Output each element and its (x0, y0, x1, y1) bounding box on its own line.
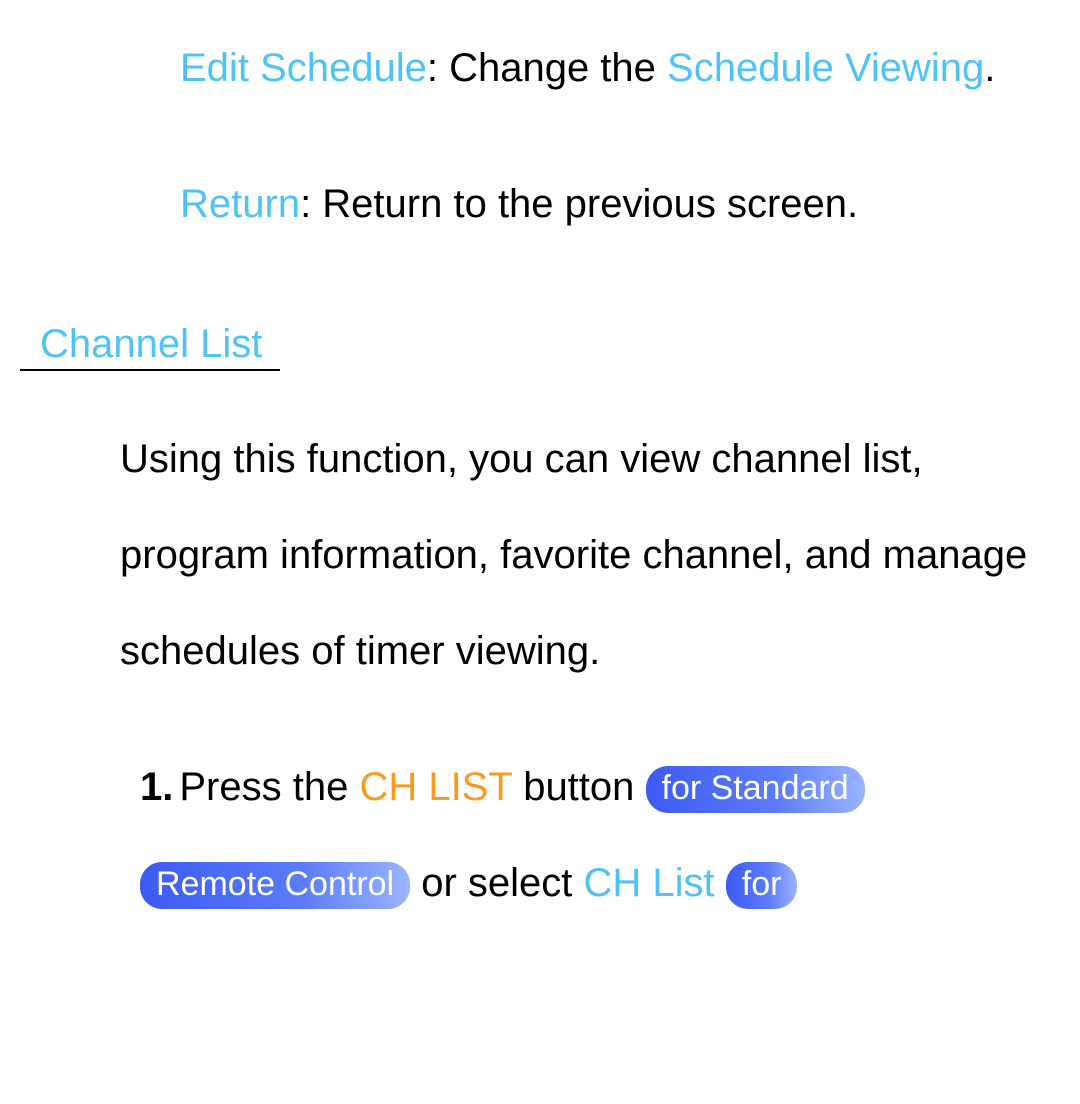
edit-schedule-label: Edit Schedule (180, 46, 427, 90)
text-sep: : (427, 46, 449, 90)
space (715, 861, 726, 905)
return-description: Return: Return to the previous screen. (180, 156, 1040, 252)
ch-list-button-label: CH LIST (359, 765, 512, 809)
return-text: Return to the previous screen. (322, 182, 858, 226)
text-sep: : (300, 182, 322, 226)
return-label: Return (180, 182, 300, 226)
step-text-2: button (512, 765, 645, 809)
for-pill: for (726, 862, 798, 909)
channel-list-description: Using this function, you can view channe… (120, 411, 1040, 699)
step-number: 1. (140, 765, 173, 809)
schedule-viewing-label: Schedule Viewing (667, 46, 984, 90)
step-text-3: or select (410, 861, 583, 905)
text-before: Change the (449, 46, 667, 90)
remote-control-pill: Remote Control (140, 862, 410, 909)
channel-list-heading: Channel List (20, 322, 280, 371)
edit-schedule-description: Edit Schedule: Change the Schedule Viewi… (180, 20, 1040, 116)
step-1: 1.Press the CH LIST button for Standard … (140, 739, 1040, 931)
for-standard-pill: for Standard (646, 766, 865, 813)
text-period: . (984, 46, 995, 90)
ch-list-link: CH List (584, 861, 715, 905)
step-text-1: Press the (179, 765, 359, 809)
